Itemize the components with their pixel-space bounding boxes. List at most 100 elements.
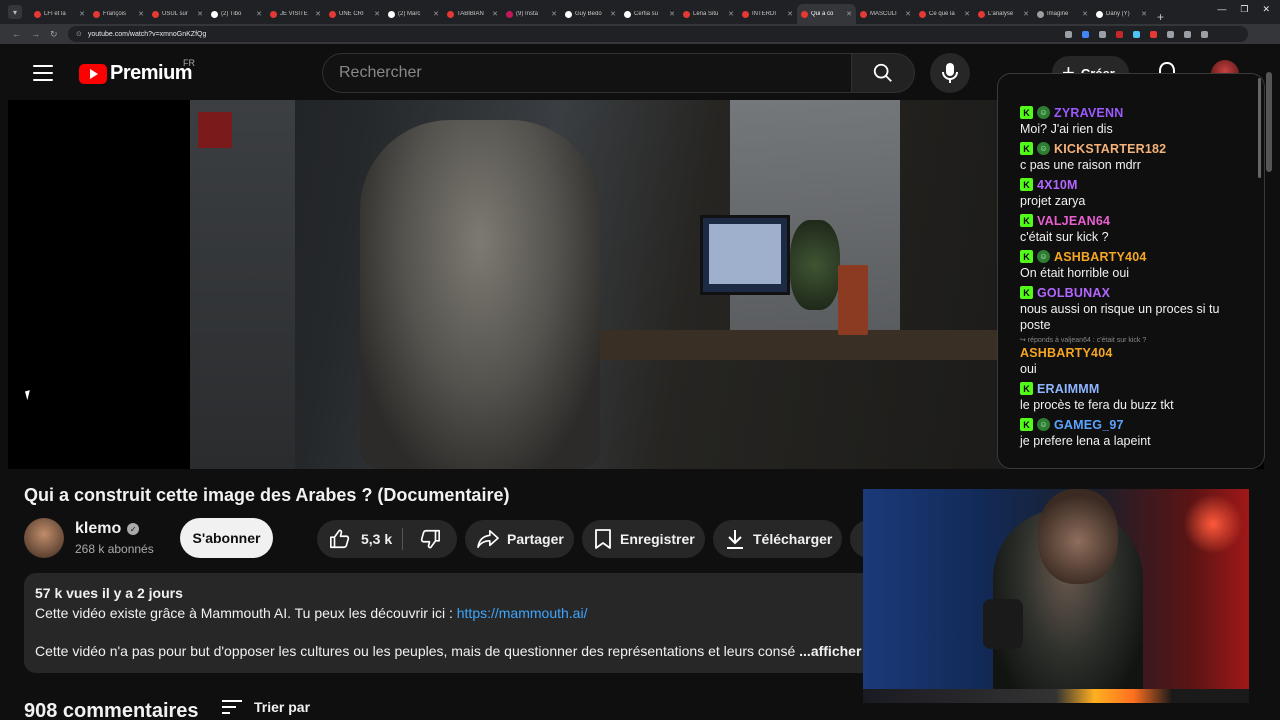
chat-message: K 4X10M projet zarya	[1020, 176, 1252, 209]
search-input[interactable]	[339, 64, 852, 82]
tab-close-icon[interactable]: ✕	[433, 10, 439, 18]
reload-icon[interactable]: ↻	[50, 29, 58, 40]
subscribe-button[interactable]: S'abonner	[180, 518, 273, 558]
tab-close-icon[interactable]: ✕	[728, 10, 734, 18]
tab-close-icon[interactable]: ✕	[669, 10, 675, 18]
new-tab-button[interactable]: +	[1157, 10, 1164, 24]
profile-icon[interactable]	[1201, 30, 1208, 38]
browser-tab[interactable]: UNE CRI ✕	[325, 4, 384, 24]
browser-tab[interactable]: Guy Bedo ✕	[561, 4, 620, 24]
tab-close-icon[interactable]: ✕	[1023, 10, 1029, 18]
browser-tab[interactable]: L'analyse ✕	[974, 4, 1033, 24]
browser-tab[interactable]: JE VISITE ✕	[266, 4, 325, 24]
chat-username[interactable]: ZYRAVENN	[1054, 106, 1123, 120]
search-button[interactable]	[851, 53, 915, 93]
tab-label: Dany (Y)	[1106, 11, 1130, 17]
url-field[interactable]: ⊙ youtube.com/watch?v=xmnoGnKZfQg	[68, 26, 1248, 42]
chat-user-row: ASHBARTY404	[1020, 344, 1252, 361]
close-window-icon[interactable]: ✕	[1262, 4, 1270, 15]
browser-tab[interactable]: Lena Situ ✕	[679, 4, 738, 24]
browser-tab[interactable]: INTERDI ✕	[738, 4, 797, 24]
chat-username[interactable]: ASHBARTY404	[1020, 346, 1113, 360]
url-text: youtube.com/watch?v=xmnoGnKZfQg	[87, 30, 207, 38]
tab-favicon-icon	[211, 10, 218, 18]
browser-tab[interactable]: Imagine ✕	[1033, 4, 1092, 24]
site-info-icon[interactable]: ⊙	[76, 30, 82, 38]
tab-close-icon[interactable]: ✕	[197, 10, 203, 18]
browser-tab[interactable]: Dany (Y) ✕	[1092, 4, 1151, 24]
description-box[interactable]: 57 k vues il y a 2 jours Cette vidéo exi…	[24, 573, 874, 673]
browser-tab[interactable]: François ✕	[89, 4, 148, 24]
save-button[interactable]: Enregistrer	[582, 520, 705, 558]
share-arrow-icon	[477, 530, 499, 548]
view-count-date: 57 k vues il y a 2 jours	[35, 585, 183, 601]
chat-username[interactable]: VALJEAN64	[1037, 214, 1110, 228]
browser-tab[interactable]: MASCULI ✕	[856, 4, 915, 24]
minimize-icon[interactable]: —	[1217, 4, 1226, 15]
browser-tab[interactable]: USUL sur ✕	[148, 4, 207, 24]
browser-tab[interactable]: Cerfia su ✕	[620, 4, 679, 24]
share-button[interactable]: Partager	[465, 520, 574, 558]
menu-icon[interactable]	[33, 65, 53, 81]
tab-close-icon[interactable]: ✕	[551, 10, 557, 18]
tab-label: L'analyse	[988, 11, 1014, 17]
browser-tab[interactable]: Ce que la ✕	[915, 4, 974, 24]
dislike-button[interactable]	[403, 520, 457, 558]
show-more-link[interactable]: ...afficher plus	[795, 643, 864, 659]
browser-tab[interactable]: LFI et la ✕	[30, 4, 89, 24]
channel-name[interactable]: klemo	[75, 520, 121, 538]
tab-search-icon[interactable]: ▾	[8, 5, 22, 19]
extensions-puzzle-icon[interactable]	[1184, 30, 1191, 38]
tab-close-icon[interactable]: ✕	[846, 10, 852, 18]
tab-close-icon[interactable]: ✕	[256, 10, 262, 18]
chat-username[interactable]: GAMEG_97	[1054, 418, 1124, 432]
chat-username[interactable]: 4X10M	[1037, 178, 1078, 192]
chat-username[interactable]: GOLBUNAX	[1037, 286, 1110, 300]
thumbs-up-icon	[330, 529, 350, 549]
save-label: Enregistrer	[620, 531, 695, 547]
tab-close-icon[interactable]: ✕	[138, 10, 144, 18]
chat-text: c pas une raison mdrr	[1020, 158, 1141, 172]
browser-tab[interactable]: (2) Tibo ✕	[207, 4, 266, 24]
verified-check-icon: ✓	[127, 523, 140, 535]
chat-username[interactable]: KICKSTARTER182	[1054, 142, 1166, 156]
download-button[interactable]: Télécharger	[713, 520, 842, 558]
sort-comments-button[interactable]: Trier par	[222, 699, 310, 715]
chat-username[interactable]: ERAIMMM	[1037, 382, 1100, 396]
page-scrollbar[interactable]	[1266, 72, 1272, 172]
back-icon[interactable]: ←	[12, 29, 21, 39]
tab-close-icon[interactable]: ✕	[374, 10, 380, 18]
bookmark-star-icon[interactable]	[1099, 30, 1106, 38]
tab-close-icon[interactable]: ✕	[787, 10, 793, 18]
tab-close-icon[interactable]: ✕	[1082, 10, 1088, 18]
tab-close-icon[interactable]: ✕	[1141, 10, 1147, 18]
extension-icon[interactable]	[1133, 30, 1140, 38]
youtube-premium-logo[interactable]: Premium FR	[79, 58, 195, 85]
sponsor-link[interactable]: https://mammouth.ai/	[457, 605, 588, 621]
extension-icon[interactable]	[1116, 30, 1123, 38]
tab-close-icon[interactable]: ✕	[964, 10, 970, 18]
browser-tab[interactable]: (9) Insta ✕	[502, 4, 561, 24]
browser-tab[interactable]: (2) Marc ✕	[384, 4, 443, 24]
zoom-icon[interactable]	[1065, 30, 1072, 38]
extension-icon[interactable]	[1150, 30, 1157, 38]
voice-search-button[interactable]	[930, 53, 970, 93]
channel-avatar[interactable]	[24, 518, 64, 558]
forward-icon[interactable]: →	[31, 29, 40, 39]
tab-label: (2) Tibo	[221, 11, 242, 17]
extension-icon[interactable]	[1167, 30, 1174, 38]
translate-icon[interactable]	[1082, 30, 1089, 38]
channel-name-row[interactable]: klemo ✓	[75, 520, 140, 538]
chat-scrollbar[interactable]	[1258, 78, 1261, 178]
maximize-icon[interactable]: ❐	[1240, 4, 1248, 15]
tab-close-icon[interactable]: ✕	[79, 10, 85, 18]
browser-tab[interactable]: Qui a co ✕	[797, 4, 856, 24]
tab-close-icon[interactable]: ✕	[492, 10, 498, 18]
tab-close-icon[interactable]: ✕	[610, 10, 616, 18]
tab-close-icon[interactable]: ✕	[315, 10, 321, 18]
browser-tab[interactable]: TABIBIAN ✕	[443, 4, 502, 24]
tab-close-icon[interactable]: ✕	[905, 10, 911, 18]
like-button[interactable]: 5,3 k	[317, 520, 402, 558]
chat-username[interactable]: ASHBARTY404	[1054, 250, 1147, 264]
kick-badge-icon: K	[1020, 250, 1033, 263]
